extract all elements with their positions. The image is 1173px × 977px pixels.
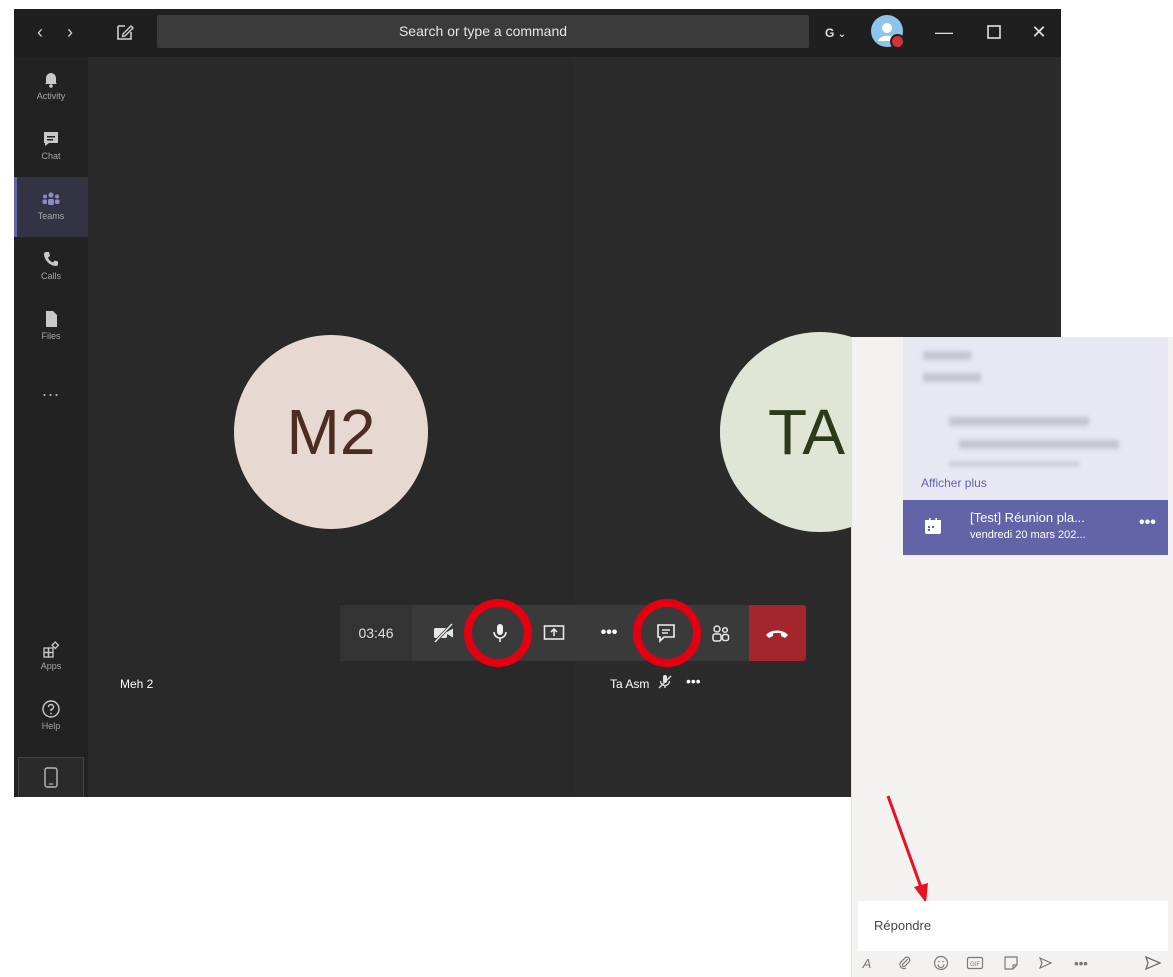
phone-icon — [41, 249, 61, 269]
sidebar-item-calls[interactable]: Calls — [14, 237, 88, 297]
mic-muted-icon — [657, 673, 673, 696]
share-screen-button[interactable] — [530, 605, 578, 661]
reply-placeholder: Répondre — [874, 918, 932, 933]
mobile-app-button[interactable] — [18, 757, 84, 797]
send-icon[interactable] — [1144, 955, 1162, 973]
sidebar-item-label: Teams — [37, 211, 65, 221]
teams-icon — [41, 189, 61, 209]
call-timer: 03:46 — [340, 605, 412, 661]
sidebar-item-activity[interactable]: Activity — [14, 57, 88, 117]
title-bar: ‹ › Search or type a command G ⌄ — ✕ — [14, 9, 1061, 57]
status-badge — [890, 34, 905, 49]
blurred-text — [949, 417, 1089, 426]
svg-text:GIF: GIF — [970, 962, 980, 968]
emoji-icon[interactable] — [932, 955, 950, 973]
app-bar: Activity Chat Teams Calls Files ... Apps… — [14, 57, 88, 797]
highlight-ring-conversation — [633, 599, 701, 667]
calendar-icon — [923, 516, 943, 536]
share-screen-icon — [543, 625, 565, 640]
account-initial: G — [825, 26, 835, 40]
sidebar-item-chat[interactable]: Chat — [14, 117, 88, 177]
sidebar-item-teams[interactable]: Teams — [14, 177, 88, 237]
annotation-arrow — [886, 795, 928, 903]
bell-icon — [41, 69, 61, 89]
back-arrow-icon[interactable]: ‹ — [30, 21, 50, 43]
hang-up-icon — [766, 630, 788, 638]
blurred-text — [959, 440, 1119, 449]
blurred-text — [923, 373, 981, 382]
reply-input[interactable]: Répondre — [858, 901, 1168, 951]
forward-arrow-icon[interactable]: › — [60, 21, 80, 43]
call-controls: 03:46 ••• — [340, 605, 806, 661]
sidebar-item-label: Files — [41, 331, 61, 341]
participant-more-button[interactable]: ••• — [686, 673, 701, 689]
participant-name-ta: Ta Asm — [610, 677, 650, 691]
attach-icon[interactable] — [896, 955, 914, 973]
chevron-down-icon: ⌄ — [837, 29, 847, 40]
participants-icon — [712, 625, 730, 642]
format-icon[interactable]: A — [858, 955, 876, 973]
camera-toggle-button[interactable] — [420, 605, 468, 661]
more-options-button[interactable]: ••• — [1072, 955, 1090, 973]
meeting-chat-panel: Afficher plus [Test] Réunion pla... vend… — [851, 337, 1173, 977]
meeting-card[interactable]: [Test] Réunion pla... vendredi 20 mars 2… — [903, 500, 1168, 555]
compose-toolbar: A GIF ••• — [852, 951, 1173, 977]
chat-icon — [41, 129, 61, 149]
more-actions-button[interactable]: ••• — [585, 605, 633, 661]
camera-off-icon — [433, 622, 454, 644]
meeting-more-button[interactable]: ••• — [1139, 514, 1156, 532]
participant-avatar-m2: M2 — [234, 335, 428, 529]
apps-icon — [41, 639, 61, 659]
blurred-text — [949, 462, 1079, 466]
maximize-icon[interactable] — [981, 19, 1007, 45]
sidebar-item-apps[interactable]: Apps — [14, 627, 88, 687]
compose-icon[interactable] — [114, 21, 136, 43]
sidebar-item-label: Chat — [41, 151, 61, 161]
sidebar-item-label: Activity — [36, 91, 66, 101]
show-participants-button[interactable] — [696, 605, 744, 661]
account-switcher[interactable]: G ⌄ — [825, 26, 846, 40]
more-apps-button[interactable]: ... — [14, 380, 88, 401]
minimize-icon[interactable]: — — [931, 19, 957, 45]
sticker-icon[interactable] — [1002, 955, 1020, 973]
avatar[interactable] — [871, 15, 905, 49]
highlight-ring-microphone — [464, 599, 532, 667]
meeting-date: vendredi 20 mars 202... — [970, 529, 1086, 541]
blurred-text — [923, 351, 971, 360]
search-input[interactable]: Search or type a command — [157, 15, 809, 48]
meet-now-icon[interactable] — [1036, 955, 1054, 973]
close-icon[interactable]: ✕ — [1026, 19, 1052, 45]
gif-icon[interactable]: GIF — [966, 955, 984, 973]
help-icon — [41, 699, 61, 719]
sidebar-item-label: Calls — [40, 271, 61, 281]
sidebar-item-files[interactable]: Files — [14, 297, 88, 357]
sidebar-item-label: Apps — [40, 661, 62, 671]
mobile-phone-icon — [44, 767, 58, 788]
sidebar-item-help[interactable]: Help — [14, 687, 88, 747]
hang-up-button[interactable] — [749, 605, 806, 661]
meeting-title: [Test] Réunion pla... — [970, 510, 1085, 525]
participant-name-m2: Meh 2 — [120, 677, 154, 691]
show-more-link[interactable]: Afficher plus — [921, 476, 987, 490]
file-icon — [41, 309, 61, 329]
sidebar-item-label: Help — [41, 721, 61, 731]
